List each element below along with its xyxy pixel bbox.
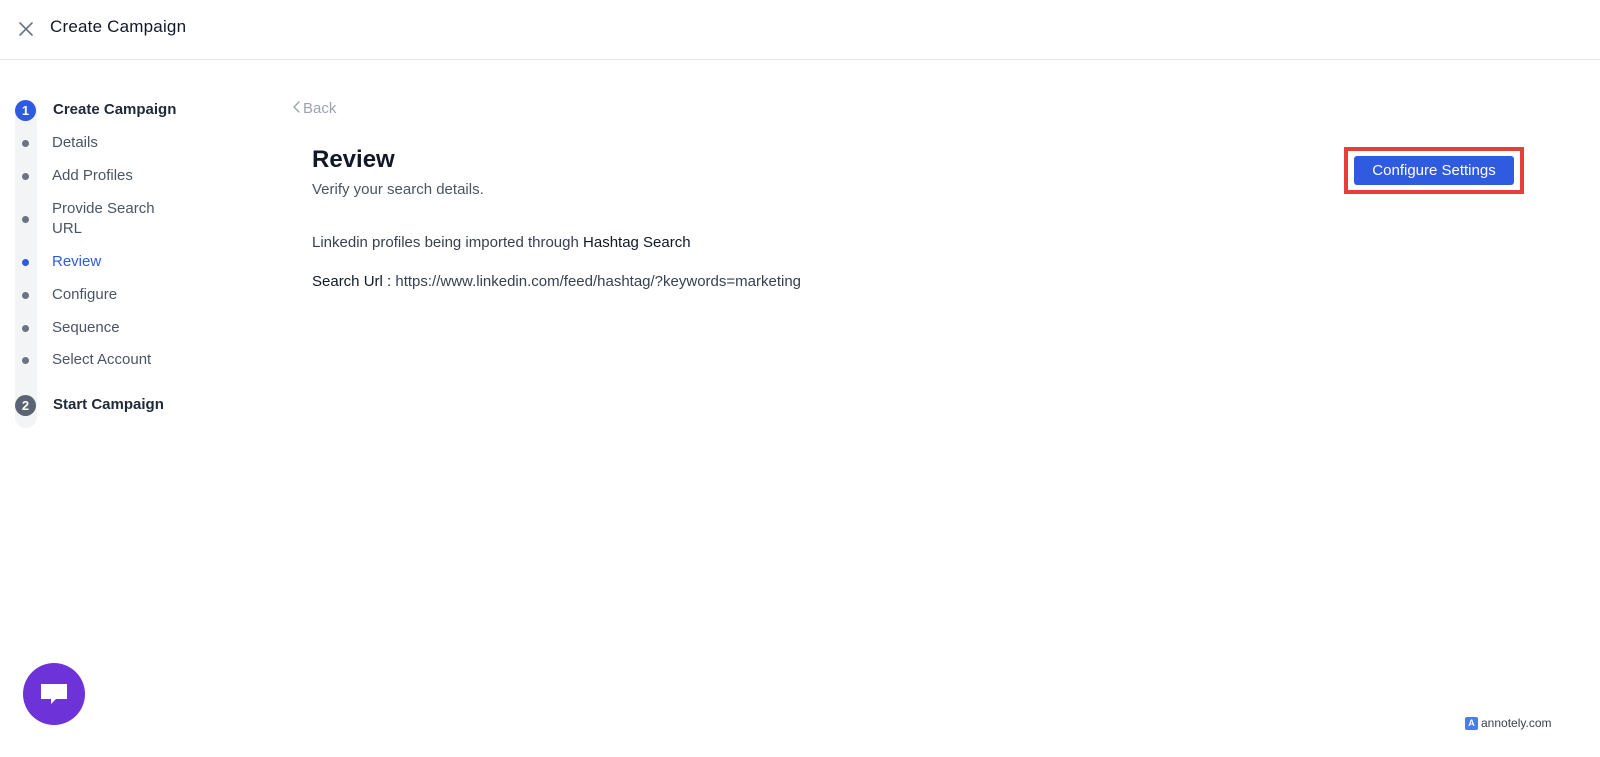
back-link[interactable]: Back (292, 100, 336, 117)
step-item-details[interactable]: Details (52, 133, 98, 153)
step-item-select-account[interactable]: Select Account (52, 350, 151, 370)
watermark-text: annotely.com (1481, 716, 1552, 730)
configure-settings-button[interactable]: Configure Settings (1354, 156, 1514, 185)
watermark-logo-icon: A (1465, 716, 1478, 730)
top-bar: Create Campaign (0, 0, 1600, 60)
step-dot-sequence (22, 325, 29, 332)
import-method: Hashtag Search (583, 234, 691, 251)
step-item-add-profiles[interactable]: Add Profiles (52, 166, 133, 186)
step-dot-details (22, 140, 29, 147)
watermark: A annotely.com (1465, 716, 1551, 730)
search-url-value: https://www.linkedin.com/feed/hashtag/?k… (395, 273, 801, 290)
step-title-create-campaign: Create Campaign (53, 101, 177, 118)
back-label: Back (303, 100, 337, 117)
chat-widget-button[interactable] (23, 663, 85, 725)
step-number-1: 1 (15, 100, 36, 121)
step-item-provide-search-url[interactable]: Provide Search URL (52, 199, 182, 239)
chevron-left-icon (293, 101, 300, 113)
step-dot-configure (22, 292, 29, 299)
step-title-start-campaign: Start Campaign (53, 396, 164, 413)
import-method-line: Linkedin profiles being imported through… (312, 234, 691, 251)
step-item-sequence[interactable]: Sequence (52, 318, 120, 338)
step-item-review[interactable]: Review (52, 252, 101, 272)
step-dot-select-account (22, 357, 29, 364)
import-text: Linkedin profiles being imported through (312, 234, 579, 251)
search-url-label: Search Url : (312, 273, 392, 290)
review-subtitle: Verify your search details. (312, 181, 484, 198)
review-title: Review (312, 146, 395, 173)
page-title: Create Campaign (50, 17, 187, 36)
step-item-configure[interactable]: Configure (52, 285, 117, 305)
step-dot-add-profiles (22, 173, 29, 180)
step-number-2: 2 (15, 395, 36, 416)
step-dot-provide-search-url (22, 216, 29, 223)
chat-icon (41, 684, 67, 704)
search-url-line: Search Url : https://www.linkedin.com/fe… (312, 273, 801, 290)
step-dot-review (22, 259, 29, 266)
close-icon[interactable] (17, 20, 35, 38)
